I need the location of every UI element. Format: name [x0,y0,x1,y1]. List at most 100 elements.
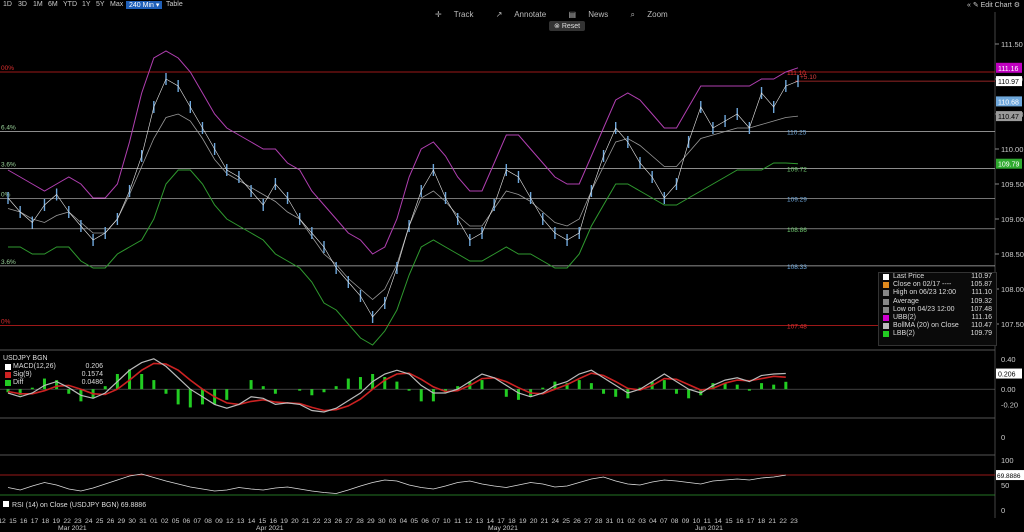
x-tick-label-9: 25 [96,518,104,525]
axis-badge-0 [996,62,1022,73]
y-tick-label-7: 108.00 [1001,285,1024,294]
x-tick-label-19: 08 [204,518,212,525]
macd-legend-label: Diff [13,379,24,386]
x-tick-label-53: 26 [573,518,581,525]
x-tick-label-54: 27 [584,518,592,525]
legend-value: 109.79 [970,330,992,338]
x-tick-label-49: 20 [530,518,538,525]
legend-label: Close on 02/17 ---- [893,281,952,289]
macd-legend-swatch [5,380,11,386]
legend-row: BollMA (20) on Close 110.47 [879,322,996,330]
legend-label: Average [893,297,919,305]
x-tick-label-35: 30 [378,518,386,525]
x-tick-label-28: 21 [302,518,310,525]
x-tick-label-16: 05 [172,518,180,525]
macd-legend-swatch [5,364,11,370]
fib-left-label-2: 3.6% [1,162,16,169]
x-tick-label-59: 03 [638,518,646,525]
lbb-series-line [8,162,799,346]
legend-swatch [883,282,889,289]
x-month-label-3: Jun 2021 [695,525,723,532]
x-tick-label-64: 10 [693,518,701,525]
x-tick-label-11: 29 [118,518,126,525]
chart-canvas[interactable]: 111.50111.00110.50110.00109.50109.00108.… [0,0,1024,532]
x-tick-label-0: 12 [0,518,6,525]
x-tick-label-70: 18 [758,518,766,525]
fib-right-label-6: 107.48 [787,323,807,330]
legend-label: Low on 04/23 12:00 [893,305,955,313]
x-tick-label-57: 01 [617,518,625,525]
edit-chart-label: Edit Chart [980,2,1012,9]
x-tick-label-37: 04 [400,518,408,525]
zoom-button[interactable]: ⌕ Zoom [631,10,678,19]
x-tick-label-32: 27 [345,518,353,525]
range-table[interactable]: Table [166,1,183,8]
rsi-legend-label: RSI (14) on Close (USDJPY BGN) 69.8886 [12,502,147,509]
edit-chart-button[interactable]: « ✎ Edit Chart ⚙ [967,1,1020,9]
x-tick-label-1: 15 [9,518,17,525]
x-tick-label-41: 10 [443,518,451,525]
legend-row: UBB(2) 111.16 [879,314,996,322]
legend-row: Low on 04/23 12:00 107.48 [879,306,996,314]
y-tick-label-5: 109.00 [1001,215,1024,224]
y-tick-label-3: 110.00 [1001,145,1023,154]
rsi-legend: RSI (14) on Close (USDJPY BGN) 69.8886 [3,501,146,509]
x-tick-label-15: 02 [161,518,169,525]
reset-button[interactable]: ⊗ Reset [549,21,586,31]
range-1d[interactable]: 1D [3,1,12,8]
macd-line [7,358,786,413]
macd-badge [996,368,1022,379]
x-tick-label-38: 05 [410,518,418,525]
x-tick-label-17: 06 [183,518,191,525]
legend-value: 109.32 [970,297,992,305]
range-240min[interactable]: 240 Min ▾ [126,1,163,9]
x-tick-label-51: 24 [552,518,560,525]
x-tick-label-2: 16 [20,518,28,525]
track-button[interactable]: ✛ Track [435,10,483,19]
x-tick-label-29: 22 [313,518,321,525]
x-tick-label-67: 15 [725,518,733,525]
legend-swatch [883,274,889,280]
x-tick-label-3: 17 [31,518,39,525]
x-tick-label-5: 19 [52,518,60,525]
x-tick-label-65: 11 [704,518,711,525]
annotate-button[interactable]: ↗ Annotate [496,10,557,19]
rsi-line [7,473,786,494]
crosshair-icon: ✛ [435,10,442,19]
news-button[interactable]: ▤ News [568,10,618,19]
range-bar: 1D 3D 1M 6M YTD 1Y 5Y Max 240 Min ▾ Tabl… [0,0,1024,10]
range-max[interactable]: Max [110,1,123,8]
x-tick-label-39: 06 [421,518,429,525]
axis-badge-2 [996,96,1022,107]
range-3d[interactable]: 3D [18,1,27,8]
x-tick-label-42: 11 [454,518,461,525]
news-label: News [588,10,609,19]
fib-right-label-5: 108.33 [787,264,807,271]
reset-icon: ⊗ [554,23,560,30]
range-1m[interactable]: 1M [33,1,43,8]
axis-badge-label-3: 110.47 [998,114,1019,121]
range-5y[interactable]: 5Y [96,1,105,8]
axis-badge-label-0: 111.16 [998,66,1018,73]
fib-right-label-1: 110.25 [787,130,807,137]
legend-swatch [883,290,889,297]
macd-legend-row: Diff 0.0486 [3,379,103,387]
x-tick-label-66: 14 [714,518,722,525]
x-tick-label-30: 23 [324,518,332,525]
range-6m[interactable]: 6M [48,1,58,8]
reset-label: Reset [561,23,581,30]
x-month-label-1: Apr 2021 [256,525,284,532]
fib-left-label-6: 0% [1,318,11,325]
fib-right-label-3: 109.29 [787,197,807,204]
price-series-line [7,78,799,318]
x-tick-label-52: 25 [562,518,570,525]
range-1y[interactable]: 1Y [82,1,91,8]
x-tick-label-44: 13 [476,518,484,525]
y-tick-label-1: 111.00 [1001,75,1023,84]
range-ytd[interactable]: YTD [63,1,77,8]
x-tick-label-43: 12 [465,518,473,525]
x-tick-label-48: 19 [519,518,527,525]
legend-swatch [883,306,889,313]
x-tick-label-7: 23 [74,518,82,525]
axis-badge-3 [996,111,1022,122]
